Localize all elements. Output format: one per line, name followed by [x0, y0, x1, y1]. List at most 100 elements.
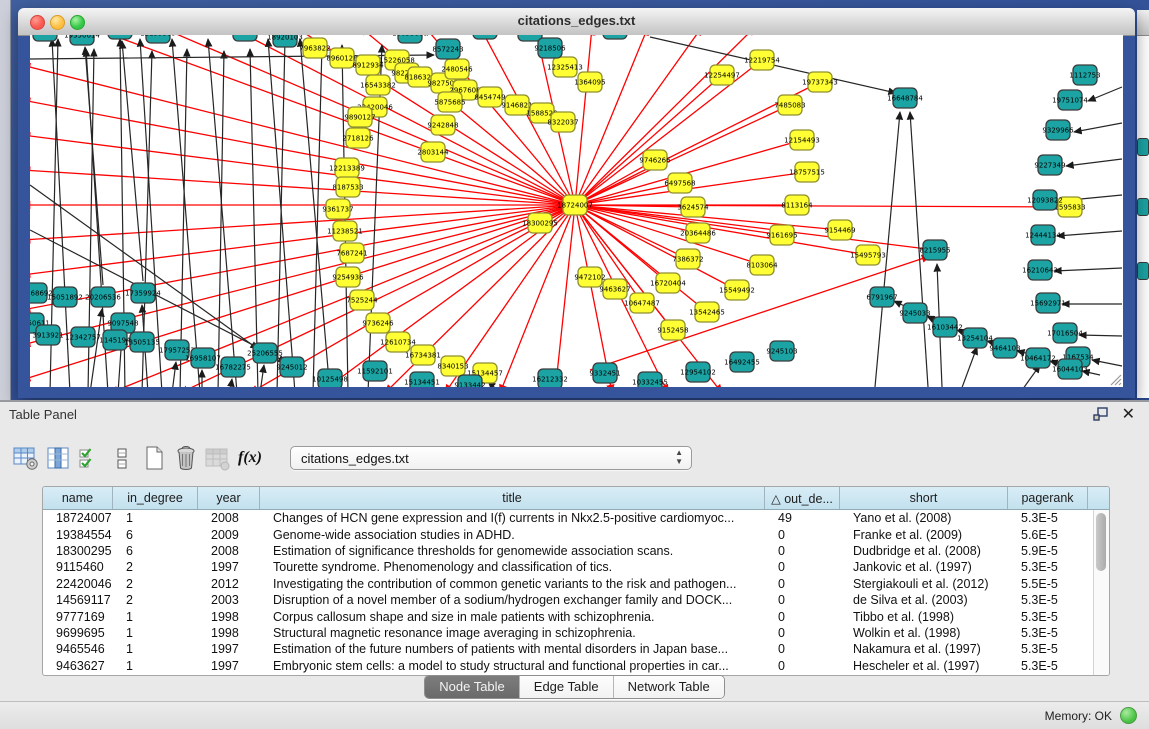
table-row[interactable]: 946362711997Embryonic stem cells: a mode… — [43, 658, 1109, 674]
table-settings-icon[interactable] — [12, 444, 40, 472]
citation-edge-black[interactable] — [1088, 87, 1122, 101]
citation-edge-black[interactable] — [1074, 123, 1122, 132]
graph-node[interactable]: 15495793 — [850, 245, 886, 265]
graph-node[interactable]: 9313957 — [104, 35, 135, 39]
column-header-year[interactable]: year — [198, 487, 260, 509]
citation-edge-black[interactable] — [1057, 231, 1122, 236]
graph-node[interactable]: 6791967 — [866, 287, 897, 307]
graph-node[interactable]: 9133442 — [454, 375, 485, 387]
graph-node[interactable]: 16492455 — [724, 352, 760, 372]
graph-node[interactable]: 12342757 — [65, 327, 101, 347]
table-row[interactable]: 2242004622012Investigating the contribut… — [43, 576, 1109, 592]
graph-node[interactable]: 8215955 — [919, 240, 950, 260]
column-select-icon[interactable] — [44, 444, 72, 472]
graph-node[interactable]: 10464172 — [1020, 348, 1056, 368]
citation-edge-red[interactable] — [555, 205, 575, 387]
tab-edge-table[interactable]: Edge Table — [520, 676, 614, 698]
citation-edge-red[interactable] — [575, 205, 935, 250]
graph-node[interactable]: 12219754 — [744, 50, 780, 70]
merge-rows-icon[interactable] — [108, 444, 136, 472]
citation-edge-black[interactable] — [172, 362, 176, 387]
citation-edge-black[interactable] — [1092, 360, 1122, 366]
graph-node[interactable]: 16210643 — [1022, 260, 1058, 280]
graph-node[interactable]: 9890127 — [344, 107, 375, 127]
graph-node[interactable]: 12325413 — [547, 57, 583, 77]
column-header-name[interactable]: name — [43, 487, 113, 509]
graph-node[interactable]: 18920103 — [267, 35, 303, 47]
graph-node[interactable]: 8113164 — [781, 195, 813, 215]
column-header-short[interactable]: short — [840, 487, 1008, 509]
new-table-icon[interactable] — [140, 444, 168, 472]
graph-node[interactable]: 9746266 — [639, 150, 671, 170]
graph-node[interactable]: 12135389 — [140, 35, 176, 43]
graph-node[interactable]: 10125498 — [312, 369, 348, 387]
graph-node[interactable]: 9227349 — [1034, 155, 1065, 175]
graph-node[interactable]: 9254936 — [332, 267, 364, 287]
graph-node[interactable]: 9464103 — [989, 338, 1020, 358]
table-row[interactable]: 1830029562008Estimation of significance … — [43, 543, 1109, 559]
graph-node[interactable]: 9329966 — [1042, 120, 1074, 140]
graph-node[interactable]: 7386372 — [672, 249, 703, 269]
graph-node[interactable]: 8103064 — [746, 255, 778, 275]
graph-node[interactable]: 9161695 — [766, 225, 797, 245]
graph-node[interactable]: 8322037 — [547, 112, 578, 132]
citation-edge-red[interactable] — [575, 35, 648, 205]
close-panel-icon[interactable]: ✕ — [1122, 404, 1135, 424]
graph-node[interactable]: 19751074 — [1052, 90, 1088, 110]
graph-node[interactable]: 15134451 — [404, 372, 440, 387]
graph-node[interactable]: 1112753 — [1069, 65, 1100, 85]
resize-grip[interactable] — [1108, 372, 1122, 386]
graph-node[interactable]: 7687241 — [336, 243, 367, 263]
citation-edge-black[interactable] — [122, 41, 143, 281]
citation-graph[interactable]: 1872400718300295796382289601288912934152… — [30, 35, 1123, 387]
graph-node[interactable]: 19737343 — [802, 72, 838, 92]
graph-node[interactable]: 9736246 — [362, 313, 394, 333]
scrollbar-thumb[interactable] — [1096, 513, 1106, 571]
graph-node[interactable]: 7485083 — [774, 95, 805, 115]
table-row[interactable]: 1456911722003Disruption of a novel membe… — [43, 592, 1109, 608]
vertical-scrollbar[interactable] — [1093, 510, 1109, 675]
graph-node[interactable]: 8572243 — [432, 39, 463, 59]
citation-edge-black[interactable] — [960, 347, 977, 387]
citation-edge-black[interactable] — [268, 39, 295, 387]
graph-node[interactable]: 9245033 — [899, 303, 930, 323]
citation-edge-black[interactable] — [90, 309, 102, 387]
graph-node[interactable]: 16212332 — [532, 369, 568, 387]
graph-node[interactable]: 15723948 — [467, 35, 503, 39]
column-header-pagerank[interactable]: pagerank — [1008, 487, 1088, 509]
graph-node[interactable]: 16053809 — [392, 35, 428, 43]
table-row[interactable]: 969969511998Structural magnetic resonanc… — [43, 625, 1109, 641]
graph-node[interactable]: 13542465 — [689, 302, 725, 322]
table-row[interactable]: 946554611997Estimation of the future num… — [43, 641, 1109, 657]
graph-node[interactable]: 12154493 — [784, 130, 820, 150]
network-canvas[interactable]: 1872400718300295796382289601288912934152… — [30, 35, 1123, 387]
table-select-dropdown[interactable]: citations_edges.txt ▲▼ — [290, 446, 692, 470]
column-header-out_degree[interactable]: △ out_de... — [765, 487, 840, 509]
tab-node-table[interactable]: Node Table — [425, 676, 520, 698]
graph-node[interactable]: 9361737 — [322, 199, 353, 219]
network-window-titlebar[interactable]: citations_edges.txt — [18, 8, 1135, 36]
graph-node[interactable]: 18813051 — [597, 35, 633, 39]
graph-node[interactable]: 9463627 — [599, 279, 630, 299]
column-header-in_degree[interactable]: in_degree — [113, 487, 198, 509]
graph-node[interactable]: 8340153 — [437, 356, 468, 376]
citation-edge-black[interactable] — [260, 365, 264, 387]
graph-node[interactable]: 3913921 — [32, 325, 63, 345]
tab-network-table[interactable]: Network Table — [614, 676, 724, 698]
row-select-icon[interactable] — [76, 444, 104, 472]
graph-node[interactable]: 11592101 — [357, 361, 393, 381]
graph-node[interactable]: 3624574 — [677, 197, 709, 217]
graph-node[interactable]: 17016504 — [1047, 323, 1083, 343]
graph-node[interactable]: 2718126 — [342, 128, 374, 148]
graph-node[interactable]: 1364095 — [574, 72, 605, 92]
citation-edge-black[interactable] — [1054, 268, 1122, 271]
graph-node[interactable]: 2480546 — [441, 59, 473, 79]
citation-edge-red[interactable] — [575, 140, 802, 205]
table-row[interactable]: 911546021997Tourette syndrome. Phenomeno… — [43, 559, 1109, 575]
graph-node[interactable]: 9245012 — [276, 357, 307, 377]
graph-node[interactable]: 12444134 — [1025, 225, 1061, 245]
graph-node[interactable]: 7525244 — [346, 290, 378, 310]
graph-node[interactable]: 10647487 — [624, 293, 660, 313]
graph-node[interactable]: 20206536 — [85, 287, 121, 307]
graph-node[interactable]: 19350614 — [64, 35, 100, 45]
